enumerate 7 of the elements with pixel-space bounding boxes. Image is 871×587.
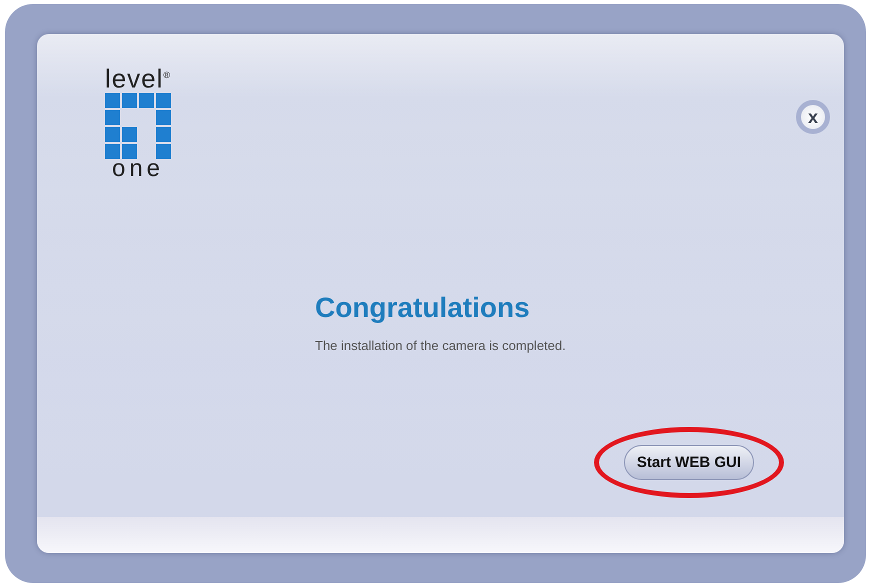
dialog-message: The installation of the camera is completed.: [315, 338, 567, 353]
logo-icon: [104, 92, 172, 160]
close-button[interactable]: x: [796, 100, 830, 134]
logo-wordmark: one: [112, 158, 164, 180]
logo-wordmark: level$^{®}$: [104, 62, 172, 92]
start-web-gui-button[interactable]: Start WEB GUI: [624, 445, 754, 480]
dialog-title: Congratulations: [315, 292, 531, 324]
